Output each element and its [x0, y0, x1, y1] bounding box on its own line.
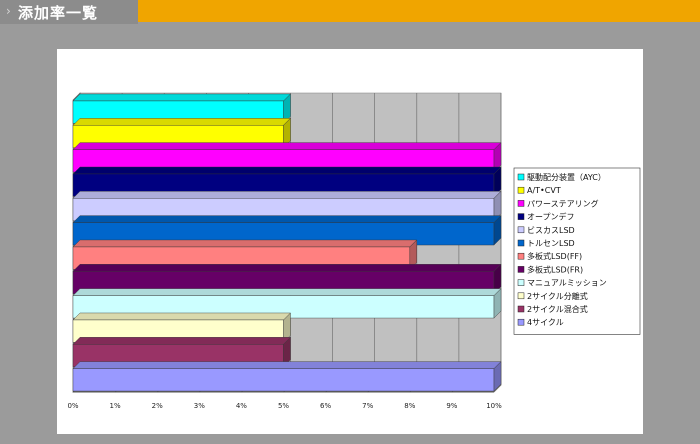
legend-swatch: [517, 173, 525, 181]
bar-top-face: [72, 239, 418, 248]
legend-label: 多板式LSD(FR): [527, 264, 583, 274]
bar-top-face: [72, 93, 291, 102]
legend-label: 2サイクル混合式: [527, 304, 588, 314]
x-tick-label: 9%: [446, 402, 457, 410]
legend-swatch: [517, 186, 525, 194]
legend-label: A/T•CVT: [527, 186, 561, 195]
bar-top-face: [72, 264, 502, 272]
x-tick-label: 6%: [320, 402, 331, 410]
bar-top-face: [72, 312, 291, 321]
legend-label: 駆動配分装置（AYC）: [527, 172, 606, 182]
x-tick-label: 3%: [194, 402, 205, 410]
bar-chart: 0% 1% 2% 3% 4% 5% 6% 7% 8% 9% 10% 駆動配分装置（AYC） A/T•C…: [67, 92, 641, 410]
x-tick-label: 0%: [67, 402, 78, 410]
x-tick-label: 5%: [278, 402, 289, 410]
legend-label: ビスカスLSD: [527, 226, 575, 235]
page-title: 添加率一覧: [18, 4, 99, 22]
chart-panel: 0% 1% 2% 3% 4% 5% 6% 7% 8% 9% 10% 駆動配分装置（AYC） A/T•C…: [57, 49, 643, 434]
legend-swatch: [517, 213, 525, 220]
x-tick-label: 1%: [110, 402, 121, 410]
bar-top-face: [72, 118, 291, 126]
legend-label: 2サイクル分離式: [527, 291, 588, 301]
bar-top-face: [72, 191, 502, 199]
legend-label: トルセンLSD: [527, 239, 575, 248]
section-header: › 添加率一覧: [0, 0, 700, 24]
legend-swatch: [517, 200, 525, 207]
legend-label: マニュアルミッション: [527, 279, 607, 288]
legend-swatch: [517, 239, 525, 247]
x-axis-ticks: 0% 1% 2% 3% 4% 5% 6% 7% 8% 9% 10%: [67, 402, 502, 410]
legend-swatch: [517, 226, 525, 234]
bar-top-face: [72, 337, 291, 345]
bar-top-face: [72, 361, 502, 369]
bar-top-face: [72, 215, 502, 223]
bar: [72, 361, 502, 392]
legend-swatch: [517, 279, 525, 286]
legend-swatch: [517, 252, 525, 260]
legend-swatch: [517, 292, 525, 300]
x-tick-label: 7%: [362, 402, 373, 410]
legend-swatch: [517, 266, 525, 273]
chart-legend: 駆動配分装置（AYC） A/T•CVT パワーステアリングオープンデフビスカスLSD…: [513, 167, 641, 335]
x-tick-label: 2%: [152, 402, 163, 410]
legend-label: オープンデフ: [527, 212, 575, 222]
legend-swatch: [517, 318, 525, 326]
x-tick-label: 10%: [486, 402, 502, 410]
header-orange-bar: [138, 0, 700, 22]
bar-top-face: [72, 142, 502, 150]
x-tick-label: 4%: [236, 402, 247, 410]
legend-swatch: [517, 305, 525, 313]
x-tick-label: 8%: [404, 402, 415, 410]
bar-top-face: [72, 166, 502, 175]
bar-top-face: [72, 288, 502, 296]
legend-label: 4サイクル: [527, 318, 564, 327]
legend-label: パワーステアリング: [527, 198, 599, 208]
legend-label: 多板式LSD(FF): [527, 251, 582, 261]
bar-front-face: [72, 368, 495, 392]
chevron-right-icon: ›: [6, 4, 11, 18]
